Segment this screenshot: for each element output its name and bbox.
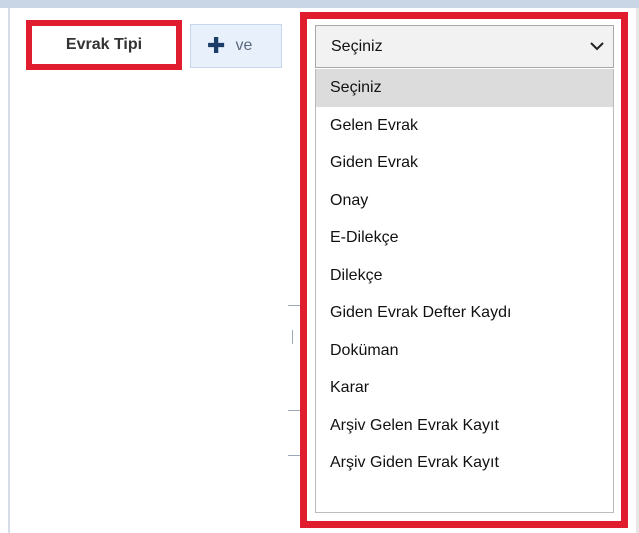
dropdown-option[interactable]: Dilekçe bbox=[316, 257, 613, 295]
divider-tick bbox=[292, 330, 293, 344]
dropdown-option[interactable]: Giden Evrak Defter Kaydı bbox=[316, 294, 613, 332]
divider-tick bbox=[288, 410, 300, 411]
dropdown-option[interactable]: E-Dilekçe bbox=[316, 219, 613, 257]
plus-icon: ✚ bbox=[207, 33, 226, 58]
dropdown-option[interactable]: Seçiniz bbox=[316, 69, 613, 107]
dropdown-highlight-frame: Seçiniz Seçiniz Gelen Evrak Giden Evrak … bbox=[300, 12, 628, 528]
ve-button-label: ve bbox=[235, 37, 253, 54]
dropdown-option[interactable]: Arşiv Giden Evrak Kayıt bbox=[316, 444, 613, 482]
evrak-tipi-select[interactable]: Seçiniz bbox=[315, 25, 614, 68]
dropdown-option[interactable]: Gelen Evrak bbox=[316, 107, 613, 145]
divider-tick bbox=[288, 305, 300, 306]
dropdown-options-list: Seçiniz Gelen Evrak Giden Evrak Onay E-D… bbox=[315, 69, 614, 513]
window-left-border bbox=[8, 8, 10, 533]
dropdown-option[interactable]: Arşiv Gelen Evrak Kayıt bbox=[316, 407, 613, 445]
evrak-tipi-label-box: Evrak Tipi bbox=[26, 20, 182, 70]
window-top-border bbox=[0, 0, 639, 8]
evrak-tipi-label: Evrak Tipi bbox=[65, 36, 143, 53]
divider-tick bbox=[288, 455, 300, 456]
dropdown-option[interactable]: Karar bbox=[316, 369, 613, 407]
dropdown-option[interactable]: Giden Evrak bbox=[316, 144, 613, 182]
dropdown-option[interactable]: Doküman bbox=[316, 332, 613, 370]
ve-button[interactable]: ✚ ve bbox=[190, 24, 282, 68]
chevron-down-icon bbox=[590, 42, 604, 51]
dropdown-option[interactable]: Onay bbox=[316, 182, 613, 220]
select-value: Seçiniz bbox=[331, 37, 383, 55]
